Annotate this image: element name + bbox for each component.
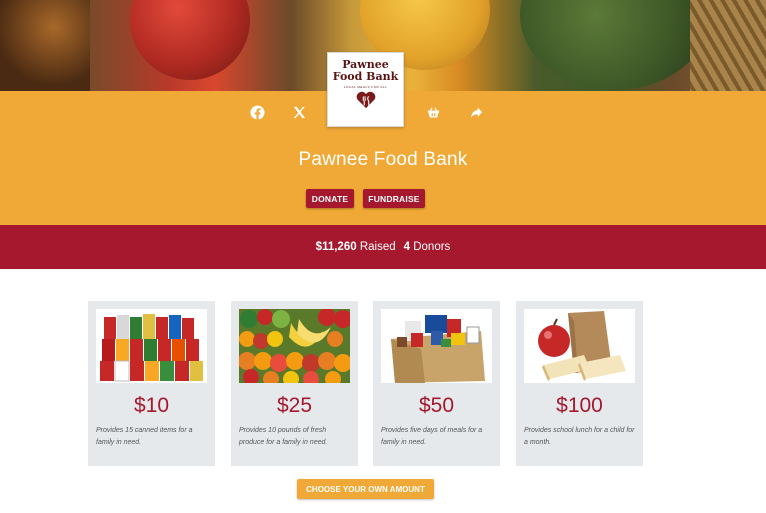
donor-label: Donors — [413, 241, 451, 253]
page-title: Pawnee Food Bank — [298, 149, 468, 170]
org-logo: Pawnee Food Bank LOCAL MEALS FOR ALL — [327, 52, 404, 127]
fresh-produce-image — [239, 309, 350, 383]
donor-count: 4 — [403, 241, 411, 253]
logo-line-2: Food Bank — [332, 70, 399, 83]
share-icon[interactable] — [467, 103, 485, 121]
gift-amount: $100 — [556, 394, 603, 417]
school-lunch-image — [524, 309, 635, 383]
gift-description: Provides 15 canned items for a family in… — [96, 427, 193, 446]
gift-card-10[interactable]: $10 Provides 15 canned items for a famil… — [88, 301, 215, 466]
gift-amount: $50 — [418, 394, 455, 417]
gift-card-25[interactable]: $25 Provides 10 pounds of fresh produce … — [231, 301, 358, 466]
x-icon[interactable] — [290, 103, 308, 121]
canned-goods-image — [96, 309, 207, 383]
stats-bar: $11,260 Raised 4 Donors — [0, 225, 766, 269]
donate-button[interactable]: DONATE — [306, 189, 354, 208]
gift-card-50[interactable]: $50 Provides five days of meals for a fa… — [373, 301, 500, 466]
logo-tagline: LOCAL MEALS FOR ALL — [343, 85, 388, 89]
gift-description: Provides five days of meals for a family… — [381, 427, 483, 446]
gift-amount: $25 — [276, 394, 313, 417]
fundraise-button[interactable]: FUNDRAISE — [363, 189, 425, 208]
gift-card-100[interactable]: $100 Provides school lunch for a child f… — [516, 301, 643, 466]
raised-label: Raised — [359, 241, 396, 253]
meal-box-image — [381, 309, 492, 383]
raised-amount: $11,260 — [315, 241, 357, 253]
choose-own-amount-button[interactable]: CHOOSE YOUR OWN AMOUNT — [297, 479, 434, 499]
gift-amount: $10 — [133, 394, 170, 417]
gift-description: Provides 10 pounds of fresh produce for … — [239, 427, 328, 446]
heart-icon — [356, 91, 375, 109]
gift-description: Provides school lunch for a child for a … — [524, 427, 635, 446]
facebook-icon[interactable] — [248, 103, 266, 121]
basket-icon[interactable] — [424, 103, 442, 121]
